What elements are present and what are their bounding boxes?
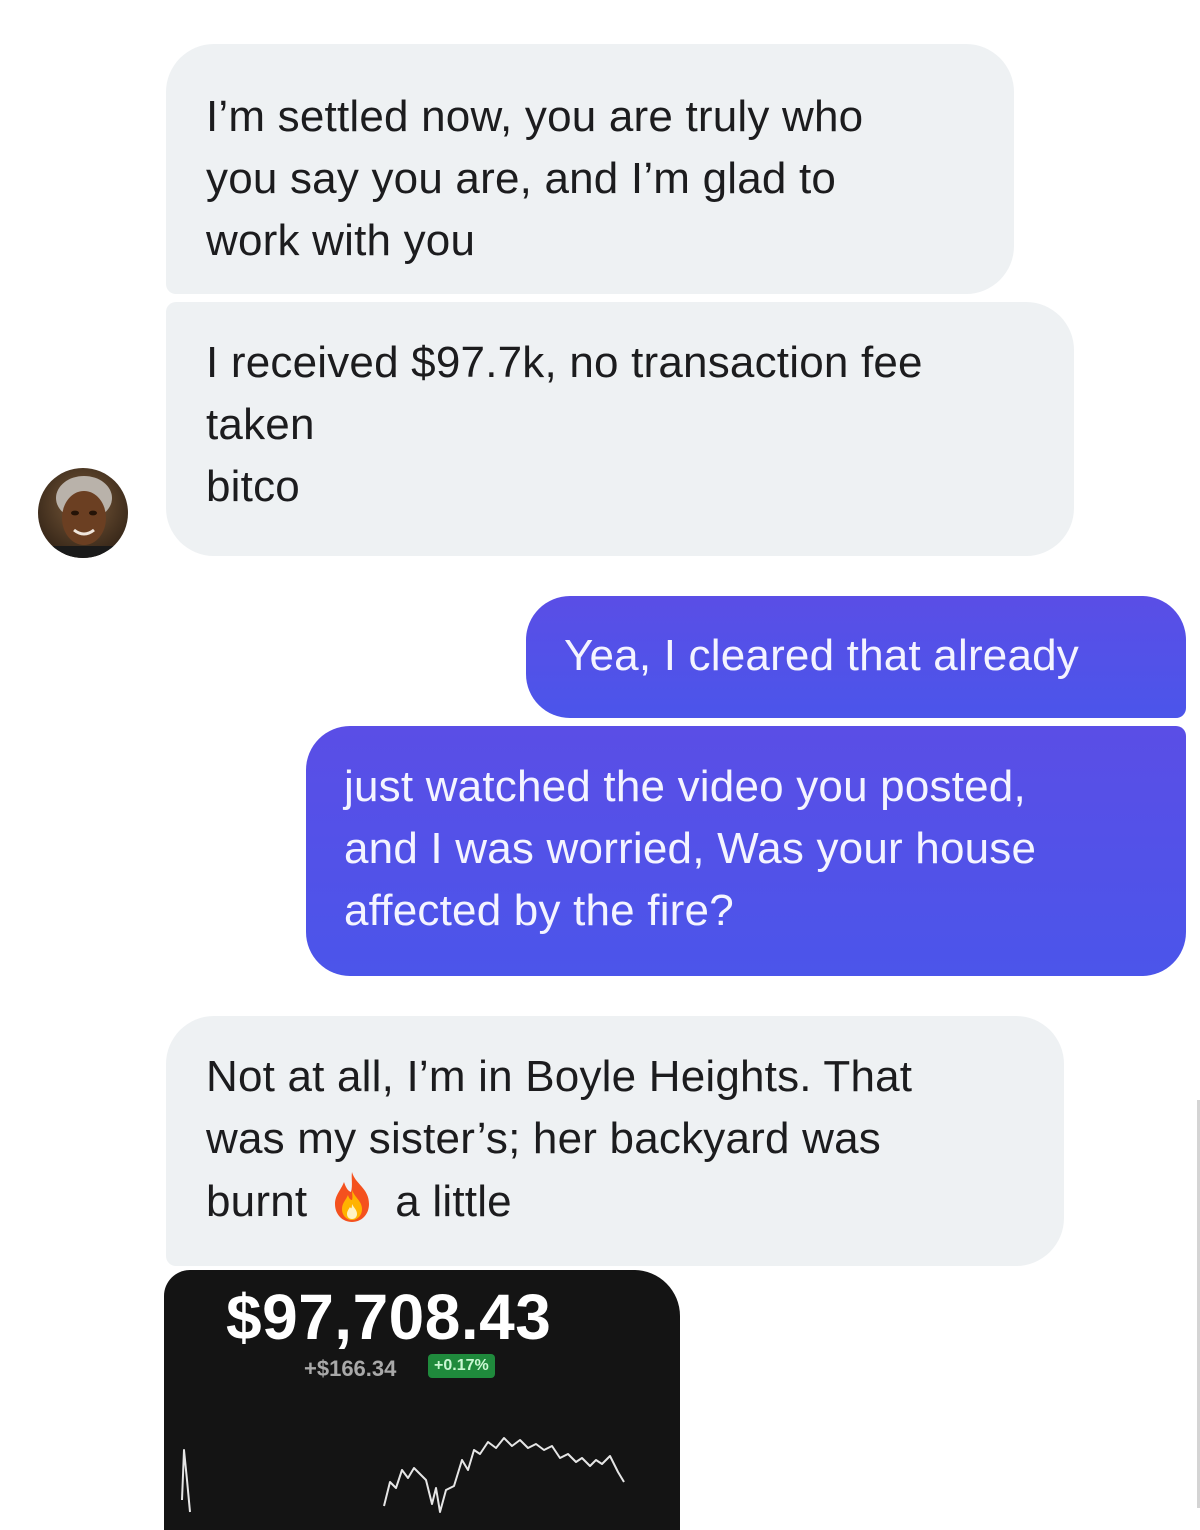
portfolio-line-chart bbox=[181, 1437, 625, 1513]
message-text-line: and I was worried, Was your house bbox=[344, 824, 1037, 873]
avatar-photo-icon bbox=[38, 468, 128, 558]
message-text-fragment: burnt bbox=[206, 1177, 308, 1226]
message-text-line: affected by the fire? bbox=[344, 886, 734, 935]
portfolio-change: +$166.34 bbox=[304, 1356, 397, 1381]
chart-series-line bbox=[181, 1437, 625, 1513]
incoming-message-bubble[interactable]: I received $97.7k, no transaction fee ta… bbox=[166, 302, 1074, 556]
message-text-line: Yea, I cleared that already bbox=[564, 631, 1080, 680]
message-text-line: burnt a little bbox=[206, 1170, 1024, 1233]
sender-avatar[interactable] bbox=[38, 468, 128, 558]
portfolio-change-badge: +0.17% bbox=[428, 1354, 495, 1378]
message-text-line: you say you are, and I’m glad to bbox=[206, 154, 837, 203]
message-thread: I’m settled now, you are truly who you s… bbox=[0, 0, 1200, 1530]
message-text-line: work with you bbox=[206, 216, 476, 265]
message-text-line: I received $97.7k, no transaction fee bbox=[206, 338, 923, 387]
incoming-message-bubble[interactable]: I’m settled now, you are truly who you s… bbox=[166, 44, 1014, 294]
message-text-line: was my sister’s; her backyard was bbox=[206, 1114, 881, 1163]
outgoing-message-bubble[interactable]: just watched the video you posted, and I… bbox=[306, 726, 1186, 976]
message-text-line: just watched the video you posted, bbox=[344, 762, 1026, 811]
message-text-line: Not at all, I’m in Boyle Heights. That bbox=[206, 1052, 913, 1101]
message-text-line: I’m settled now, you are truly who bbox=[206, 92, 864, 141]
incoming-message-bubble[interactable]: Not at all, I’m in Boyle Heights. That w… bbox=[166, 1016, 1064, 1266]
outgoing-message-bubble[interactable]: Yea, I cleared that already bbox=[526, 596, 1186, 718]
message-text-line: taken bbox=[206, 400, 315, 449]
message-text-line: bitco bbox=[206, 462, 300, 511]
message-text-fragment: a little bbox=[395, 1177, 512, 1226]
fire-emoji-icon bbox=[335, 1172, 370, 1222]
portfolio-screenshot-attachment[interactable]: $97,708.43 +$166.34 +0.17% bbox=[164, 1270, 680, 1530]
portfolio-balance: $97,708.43 bbox=[226, 1281, 552, 1353]
